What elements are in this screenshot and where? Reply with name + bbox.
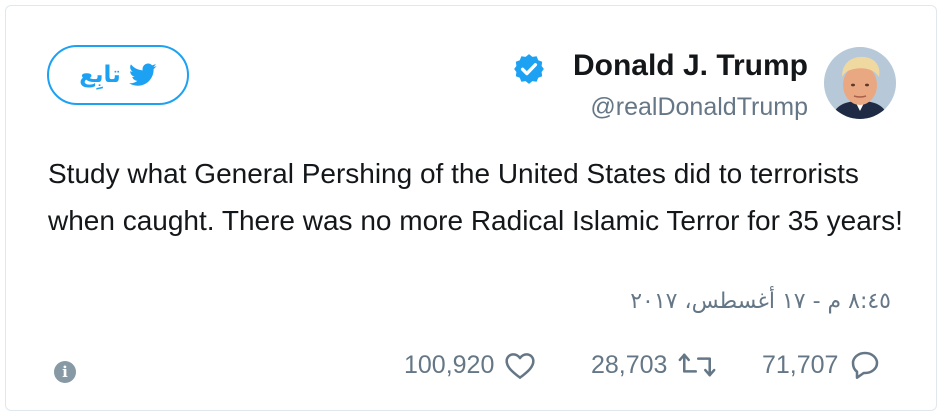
- tweet-text: Study what General Pershing of the Unite…: [48, 158, 903, 236]
- retweet-button[interactable]: 28,703: [591, 347, 717, 383]
- retweet-count: 28,703: [591, 350, 668, 379]
- reply-icon: [848, 349, 882, 381]
- follow-button[interactable]: تابِع: [47, 45, 189, 105]
- tweet-card: Donald J. Trump @realDonaldTrump تابِع S…: [5, 5, 937, 411]
- verified-badge-icon: [512, 52, 546, 86]
- avatar[interactable]: [824, 47, 896, 119]
- author-handle[interactable]: @realDonaldTrump: [590, 92, 808, 122]
- reply-count: 71,707: [762, 350, 839, 379]
- like-count: 100,920: [404, 350, 495, 379]
- author-name[interactable]: Donald J. Trump: [573, 48, 808, 84]
- profile-photo-icon: [824, 47, 896, 119]
- retweet-icon: [677, 351, 717, 379]
- tweet-timestamp[interactable]: ٨:٤٥ م - ١٧ أغسطس، ٢٠١٧: [630, 289, 891, 314]
- heart-icon: [504, 350, 536, 380]
- reply-button[interactable]: 71,707: [762, 347, 882, 383]
- twitter-bird-icon: [128, 63, 157, 87]
- follow-button-label: تابِع: [79, 62, 121, 88]
- like-button[interactable]: 100,920: [404, 347, 536, 383]
- info-icon[interactable]: i: [54, 361, 76, 383]
